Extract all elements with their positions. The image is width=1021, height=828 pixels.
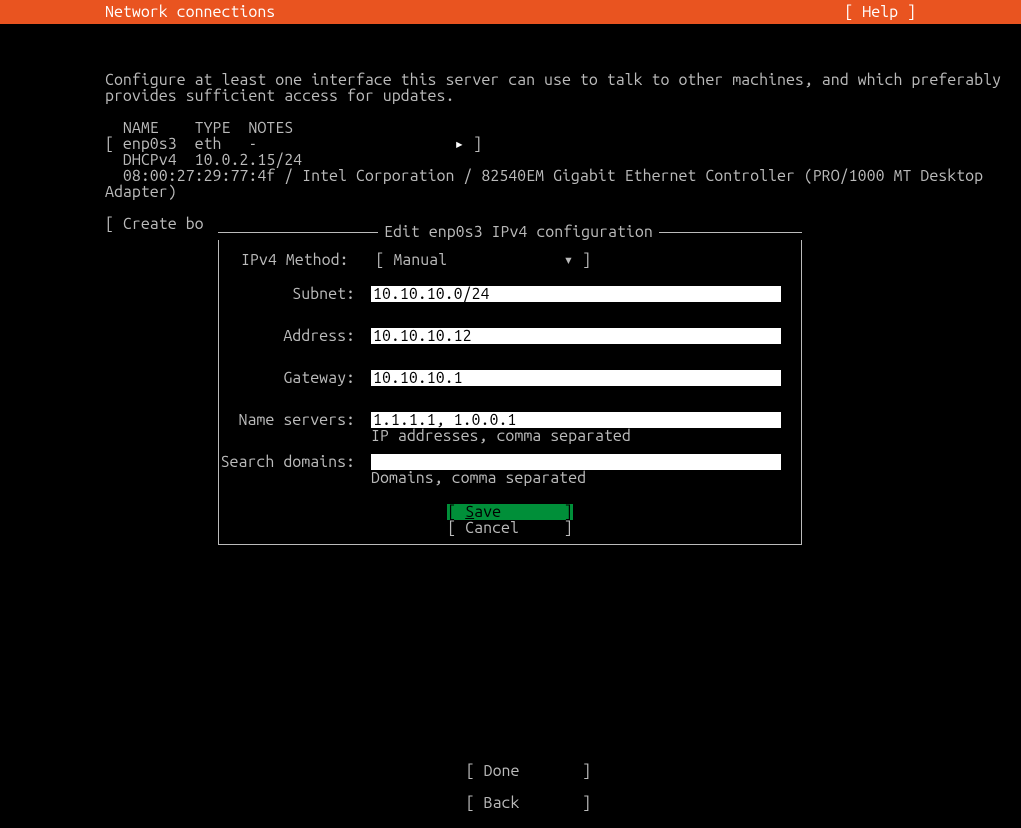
page: Configure at least one interface this se…	[0, 24, 1021, 264]
done-button[interactable]: [ Done ]	[466, 762, 591, 780]
intro-line-2: provides sufficient access for updates.	[105, 87, 454, 105]
title-bar: Network connections [ Help ]	[0, 0, 1021, 24]
address-row: Address:	[219, 328, 801, 344]
intro-text: Configure at least one interface this se…	[105, 72, 1021, 104]
help-button[interactable]: [ Help ]	[844, 4, 1021, 20]
nameservers-row: Name servers: IP addresses, comma separa…	[219, 412, 801, 444]
mac-line-2: Adapter)	[105, 183, 177, 201]
subnet-input[interactable]	[371, 286, 781, 302]
mac-line: 08:00:27:29:77:4f / Intel Corporation / …	[123, 167, 983, 185]
bottom-buttons: [ Done ] [ Back ]	[0, 747, 1021, 827]
ipv4-method-label: IPv4 Method:	[241, 251, 349, 269]
gateway-row: Gateway:	[219, 370, 801, 386]
gateway-input[interactable]	[371, 370, 781, 386]
subnet-label: Subnet:	[219, 286, 371, 302]
nameservers-hint: IP addresses, comma separated	[371, 428, 781, 444]
dialog-title-line: Edit enp0s3 IPv4 configuration	[218, 224, 802, 240]
back-button[interactable]: [ Back ]	[466, 794, 591, 812]
nameservers-label: Name servers:	[219, 412, 371, 428]
cancel-button[interactable]: [ Cancel ]	[447, 520, 572, 536]
save-button[interactable]: [ Save ]	[447, 504, 572, 520]
chevron-right-icon[interactable]: ▸	[454, 135, 464, 153]
search-domains-hint: Domains, comma separated	[371, 470, 781, 486]
dialog-title: Edit enp0s3 IPv4 configuration	[378, 224, 659, 240]
search-domains-input[interactable]	[371, 454, 781, 470]
page-title: Network connections	[0, 4, 275, 20]
search-domains-label: Search domains:	[219, 454, 371, 470]
interfaces-list: NAME TYPE NOTES [ enp0s3 eth - ▸ ] DHCPv…	[105, 120, 1021, 200]
dialog-body: IPv4 Method: [ Manual ▾ ] Subnet: Addres…	[218, 240, 802, 545]
subnet-row: Subnet:	[219, 286, 801, 302]
address-input[interactable]	[371, 328, 781, 344]
search-domains-row: Search domains: Domains, comma separated	[219, 454, 801, 486]
ipv4-method-select[interactable]: [ Manual ▾ ]	[375, 251, 591, 269]
gateway-label: Gateway:	[219, 370, 371, 386]
ipv4-config-dialog: Edit enp0s3 IPv4 configuration IPv4 Meth…	[218, 224, 802, 545]
dialog-actions: [ Save ] [ Cancel ]	[219, 504, 801, 536]
ipv4-method-row: IPv4 Method: [ Manual ▾ ]	[219, 252, 801, 268]
nameservers-input[interactable]	[371, 412, 781, 428]
address-label: Address:	[219, 328, 371, 344]
